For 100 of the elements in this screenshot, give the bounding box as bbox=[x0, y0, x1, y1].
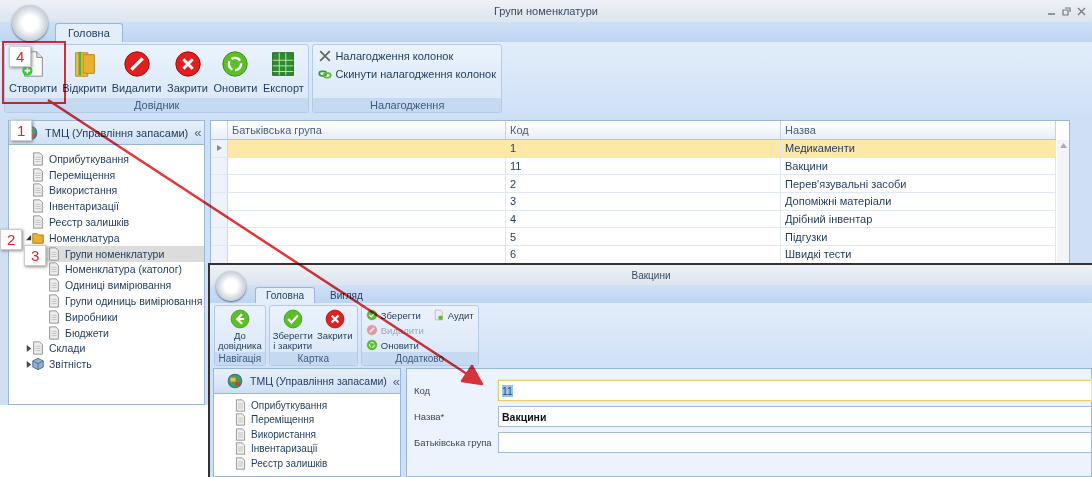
table-cell: 2 bbox=[506, 175, 781, 193]
window-title: Групи номенклатури bbox=[494, 5, 598, 17]
document-check-icon bbox=[432, 309, 445, 321]
page-icon bbox=[234, 456, 247, 470]
tree-item[interactable]: Оприбуткування bbox=[31, 151, 133, 167]
page-icon bbox=[31, 199, 45, 214]
globe-icon bbox=[226, 372, 244, 390]
page-icon bbox=[31, 341, 45, 356]
tree-item[interactable]: Групи номенклатури bbox=[47, 245, 204, 262]
table-cell: 3 bbox=[506, 193, 781, 210]
tree-item[interactable]: Звітність bbox=[31, 356, 96, 373]
ribbon-button[interactable]: Оновити bbox=[363, 339, 426, 351]
collapse-button[interactable]: « bbox=[194, 125, 202, 140]
ribbon-button[interactable]: Експорт bbox=[261, 47, 306, 96]
tree-item[interactable]: Оприбуткування bbox=[234, 398, 332, 413]
group-label: Налагодження bbox=[313, 98, 502, 112]
collapsed-arrow-icon[interactable] bbox=[25, 360, 32, 368]
scroll-up-icon[interactable] bbox=[1059, 143, 1067, 148]
ribbon-button[interactable]: Закрити bbox=[165, 47, 210, 96]
ribbon-button[interactable]: Налагодження колонок bbox=[316, 49, 499, 63]
ribbon-button[interactable]: Закрити bbox=[314, 307, 355, 351]
step-number: 4 bbox=[9, 46, 32, 67]
cube-icon bbox=[31, 357, 45, 372]
page-icon bbox=[47, 325, 61, 340]
tree-item[interactable]: Одиниці вимірювання bbox=[47, 277, 176, 294]
tree-item[interactable]: Групи одиниць вимірювання bbox=[47, 293, 204, 309]
tree-item[interactable]: Використання bbox=[234, 427, 320, 442]
collapsed-arrow-icon[interactable] bbox=[25, 344, 32, 352]
ribbon-tab[interactable]: Головна bbox=[255, 287, 315, 303]
page-icon bbox=[47, 294, 61, 309]
page-icon bbox=[31, 215, 45, 230]
group-label: Додатково bbox=[361, 352, 478, 365]
no-entry-icon bbox=[121, 49, 152, 79]
navigator-title: ТМЦ (Управління запасами) bbox=[250, 375, 387, 387]
tree-item[interactable]: Використання bbox=[31, 182, 122, 199]
back-icon bbox=[228, 308, 251, 330]
step-number: 3 bbox=[24, 245, 47, 266]
column-header[interactable]: Батьківська група bbox=[228, 121, 506, 139]
step-number: 1 bbox=[10, 120, 33, 141]
restore-icon[interactable] bbox=[1062, 6, 1071, 16]
table-row[interactable]: 11 Вакцини bbox=[211, 157, 1056, 176]
page-icon bbox=[31, 167, 45, 182]
tree-item[interactable]: Реєстр залишків bbox=[234, 456, 332, 471]
current-row-icon bbox=[216, 145, 222, 152]
input-field[interactable]: Вакцини bbox=[498, 406, 1091, 427]
input-field[interactable] bbox=[498, 432, 1091, 453]
page-icon bbox=[31, 183, 45, 198]
close-icon bbox=[172, 49, 203, 79]
ribbon-button[interactable]: Видалити bbox=[110, 47, 163, 96]
table-cell: 1 bbox=[506, 140, 781, 157]
column-header[interactable]: Код bbox=[506, 121, 781, 139]
tree-item[interactable]: Номенклатура bbox=[31, 230, 124, 246]
scrollbar[interactable] bbox=[1057, 140, 1069, 264]
table-cell: Дрібний інвентар bbox=[781, 210, 1056, 228]
field-label: Батьківська група bbox=[414, 437, 493, 448]
tree-item[interactable]: Переміщення bbox=[31, 166, 120, 183]
refresh-icon bbox=[365, 339, 378, 351]
tree-item[interactable]: Бюджети bbox=[47, 324, 113, 341]
refresh-icon bbox=[220, 49, 251, 79]
window-title: Вакцини bbox=[631, 269, 671, 281]
tree-item[interactable]: Виробники bbox=[47, 308, 122, 325]
field-label: Назва* bbox=[414, 411, 446, 422]
ribbon-button[interactable]: Аудит bbox=[430, 309, 476, 321]
table-row[interactable]: 2 Перев'язувальні засоби bbox=[211, 175, 1056, 194]
tools-icon bbox=[318, 49, 333, 63]
table-cell: 11 bbox=[506, 157, 781, 175]
page-icon bbox=[47, 309, 61, 324]
table-cell: 5 bbox=[506, 228, 781, 246]
page-icon bbox=[47, 262, 61, 277]
expanded-arrow-icon[interactable] bbox=[25, 234, 32, 242]
ribbon-button[interactable]: Зберегти і закрити bbox=[271, 307, 314, 351]
group-label: Навігація bbox=[215, 352, 265, 365]
collapse-button[interactable]: « bbox=[392, 373, 400, 389]
table-cell: Вакцини bbox=[781, 157, 1056, 175]
page-icon bbox=[234, 442, 247, 456]
tree-item[interactable]: Інвентаризації bbox=[234, 441, 322, 456]
tree-item[interactable]: Реєстр залишків bbox=[31, 214, 134, 230]
tree-item[interactable]: Склади bbox=[31, 340, 90, 357]
ribbon-button[interactable]: До довідника bbox=[217, 307, 263, 351]
tree-item[interactable]: Номенклатура (католог) bbox=[47, 261, 187, 278]
ribbon-button[interactable]: Оновити bbox=[212, 47, 259, 96]
table-row[interactable]: 3 Допоміжні матеріали bbox=[211, 193, 1056, 211]
close-icon bbox=[323, 308, 346, 330]
group-label: Довідник bbox=[5, 98, 309, 112]
column-header[interactable]: Назва bbox=[781, 121, 1056, 139]
table-cell: Допоміжні матеріали bbox=[781, 193, 1056, 210]
field-label: Код bbox=[414, 385, 432, 396]
table-row[interactable]: 4 Дрібний інвентар bbox=[211, 210, 1056, 229]
ribbon-tab[interactable]: Головна bbox=[55, 23, 123, 42]
no-entry-icon bbox=[365, 324, 378, 336]
table-cell: Перев'язувальні засоби bbox=[781, 175, 1056, 193]
table-row[interactable]: 5 Підгузки bbox=[211, 228, 1056, 247]
table-cell: 4 bbox=[506, 210, 781, 228]
ribbon-button[interactable]: Скинути налагодження колонок bbox=[316, 67, 499, 81]
tree-item[interactable]: Переміщення bbox=[234, 412, 319, 427]
table-cell: Підгузки bbox=[781, 228, 1056, 246]
tree-item[interactable]: Інвентаризації bbox=[31, 198, 123, 215]
table-row[interactable]: 1 Медикаменти bbox=[211, 140, 1056, 158]
close-icon[interactable] bbox=[1077, 6, 1086, 16]
input-field[interactable]: 11 bbox=[498, 380, 1091, 401]
